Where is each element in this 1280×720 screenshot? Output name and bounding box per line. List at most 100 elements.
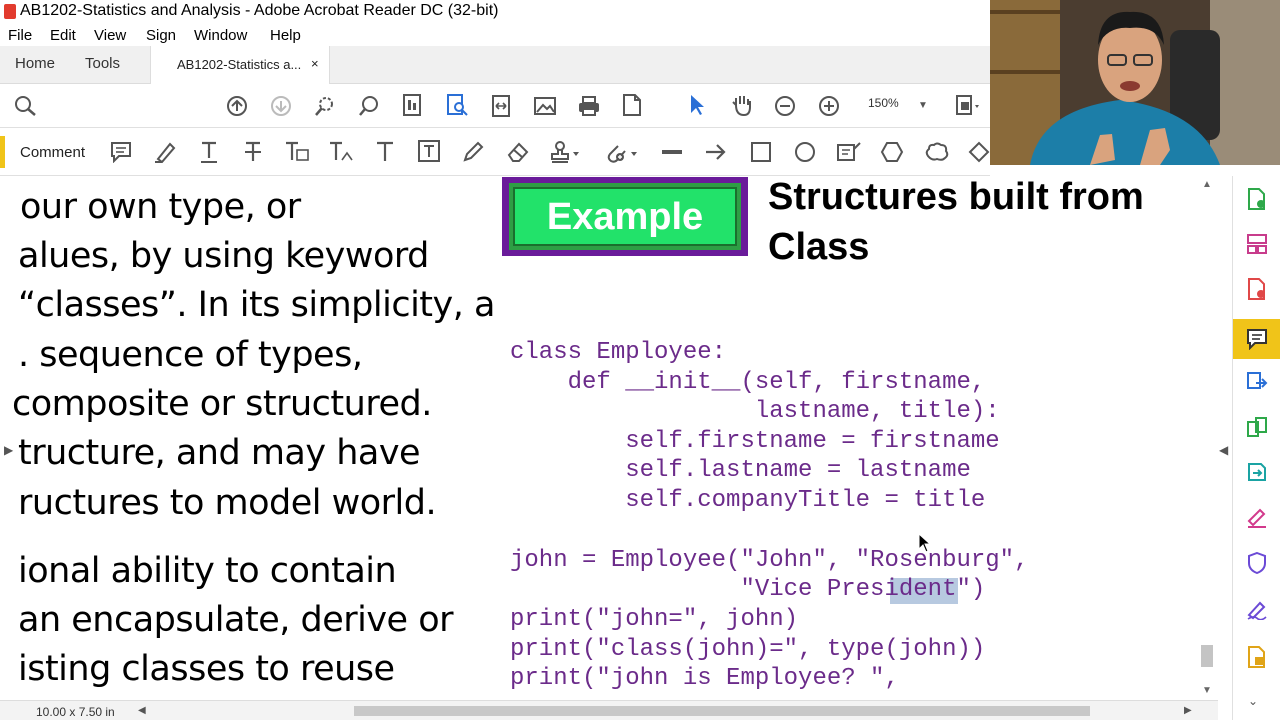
collapse-panel-icon[interactable]: ◀	[1219, 440, 1228, 460]
slide-text-line: an encapsulate, derive or	[18, 600, 454, 640]
code-line: class Employee:	[510, 339, 727, 366]
line-tool-icon[interactable]	[660, 141, 684, 163]
code-line: print("john=", john)	[510, 606, 799, 633]
document-icon[interactable]	[622, 94, 642, 116]
comment-tool-icon[interactable]	[1246, 328, 1268, 350]
slide-title-line2: Class	[768, 226, 870, 268]
search-icon[interactable]	[14, 95, 38, 117]
scroll-thumb[interactable]	[1201, 645, 1213, 667]
arrow-tool-icon[interactable]	[704, 141, 728, 163]
scroll-down-icon[interactable]: ▼	[1202, 685, 1212, 696]
print-icon[interactable]	[578, 95, 600, 117]
send-for-review-icon[interactable]	[1246, 461, 1268, 483]
replace-text-icon[interactable]	[284, 140, 310, 164]
cloud-tool-icon[interactable]	[924, 141, 950, 163]
tab-close-button[interactable]: ×	[311, 56, 319, 71]
example-badge: Example	[502, 177, 748, 256]
menu-window[interactable]: Window	[194, 27, 247, 44]
tab-home[interactable]: Home	[15, 55, 55, 72]
polygon-tool-icon[interactable]	[880, 141, 904, 163]
tab-document-label: AB1202-Statistics a...	[177, 57, 302, 72]
find-in-page-icon[interactable]	[446, 94, 468, 116]
eraser-icon[interactable]	[506, 141, 530, 163]
vertical-scrollbar[interactable]: ▲ ▼	[1198, 177, 1216, 700]
combine-files-icon[interactable]	[1246, 371, 1268, 393]
code-line: john = Employee("John", "Rosenburg",	[510, 547, 1029, 574]
menu-file[interactable]: File	[8, 27, 32, 44]
code-line: print("class(john)=", type(john))	[510, 636, 986, 663]
compare-files-icon[interactable]	[1246, 416, 1268, 438]
protect-shield-icon[interactable]	[1246, 552, 1268, 574]
tab-tools[interactable]: Tools	[85, 55, 120, 72]
slide-text-line: ructures to model world.	[18, 483, 437, 523]
code-line: print("john is Employee? ",	[510, 665, 899, 692]
image-icon[interactable]	[534, 95, 556, 117]
text-underline-icon[interactable]	[198, 140, 220, 164]
oval-tool-icon[interactable]	[794, 141, 816, 163]
presenter-video-image	[990, 0, 1280, 165]
edit-signature-icon[interactable]	[1246, 598, 1268, 620]
status-bar: 10.00 x 7.50 in ◀ ▶	[0, 700, 1218, 720]
select-zoom-icon[interactable]	[314, 95, 336, 117]
title-bar: AB1202-Statistics and Analysis - Adobe A…	[0, 0, 990, 24]
hand-tool-icon[interactable]	[730, 93, 754, 117]
webcam-overlay	[990, 0, 1280, 165]
attach-file-icon[interactable]	[604, 140, 638, 164]
sticky-note-icon[interactable]	[110, 141, 132, 163]
slide-text-line: our own type, or	[20, 187, 301, 227]
strikethrough-icon[interactable]	[242, 140, 264, 164]
polyline-tool-icon[interactable]	[968, 141, 990, 163]
tab-document[interactable]: AB1202-Statistics a... ×	[150, 46, 330, 84]
scroll-left-icon[interactable]: ◀	[138, 705, 146, 716]
slide-text-line: “classes”. In its simplicity, a	[18, 285, 495, 325]
zoom-search-icon[interactable]	[358, 95, 380, 117]
create-pdf-icon[interactable]	[1246, 188, 1268, 210]
fit-width-icon[interactable]	[490, 95, 512, 117]
menu-edit[interactable]: Edit	[50, 27, 76, 44]
zoom-level-select[interactable]: 150%	[868, 96, 899, 110]
highlighter-icon[interactable]	[154, 141, 176, 163]
zoom-in-icon[interactable]	[818, 95, 840, 117]
slide-text-line: alues, by using keyword	[18, 236, 429, 276]
slide-text-line: tructure, and may have	[18, 433, 421, 473]
slide-text-line: . sequence of types,	[18, 335, 363, 375]
right-tools-panel: ⌄	[1232, 176, 1280, 720]
menu-view[interactable]: View	[94, 27, 126, 44]
scroll-right-icon[interactable]: ▶	[1184, 705, 1192, 716]
zoom-out-icon[interactable]	[774, 95, 796, 117]
code-line: self.lastname = lastname	[510, 457, 971, 484]
horizontal-scroll-thumb[interactable]	[354, 706, 1090, 716]
insert-text-icon[interactable]	[328, 140, 354, 164]
menu-help[interactable]: Help	[270, 27, 301, 44]
page-thumbnail-icon[interactable]	[402, 94, 422, 116]
chevron-down-icon[interactable]: ▼	[918, 96, 928, 116]
code-line: "Vice President")	[510, 576, 986, 603]
tab-bar: Home Tools AB1202-Statistics a... ×	[0, 46, 990, 84]
more-tools-chevron-icon[interactable]: ⌄	[1248, 691, 1258, 711]
stamp-icon[interactable]	[550, 140, 580, 164]
page-fit-icon[interactable]	[955, 94, 981, 118]
slide-title-line1: Structures built from	[768, 176, 1144, 218]
rectangle-tool-icon[interactable]	[750, 141, 772, 163]
scroll-up-icon[interactable]: ▲	[1202, 179, 1212, 190]
menu-bar: File Edit View Sign Window Help	[0, 24, 990, 46]
slide-text-line: ional ability to contain	[18, 551, 397, 591]
code-line: def __init__(self, firstname,	[510, 369, 986, 396]
text-box-icon[interactable]	[418, 140, 440, 162]
expand-panel-icon[interactable]: ▶	[4, 440, 13, 460]
select-cursor-icon[interactable]	[688, 94, 706, 116]
mouse-cursor-icon	[918, 533, 932, 553]
export-files-icon[interactable]	[1246, 646, 1268, 668]
window-title: AB1202-Statistics and Analysis - Adobe A…	[20, 2, 499, 19]
page-size-label: 10.00 x 7.50 in	[36, 705, 115, 719]
code-line: lastname, title):	[510, 398, 1000, 425]
organize-pages-icon[interactable]	[1246, 233, 1268, 255]
pencil-icon[interactable]	[462, 141, 484, 163]
add-text-icon[interactable]	[374, 140, 396, 164]
previous-page-icon[interactable]	[226, 95, 248, 117]
fill-sign-icon[interactable]	[1246, 506, 1268, 528]
export-pdf-icon[interactable]	[1246, 278, 1268, 300]
menu-sign[interactable]: Sign	[146, 27, 176, 44]
next-page-icon[interactable]	[270, 95, 292, 117]
text-callout-icon[interactable]	[836, 141, 862, 163]
